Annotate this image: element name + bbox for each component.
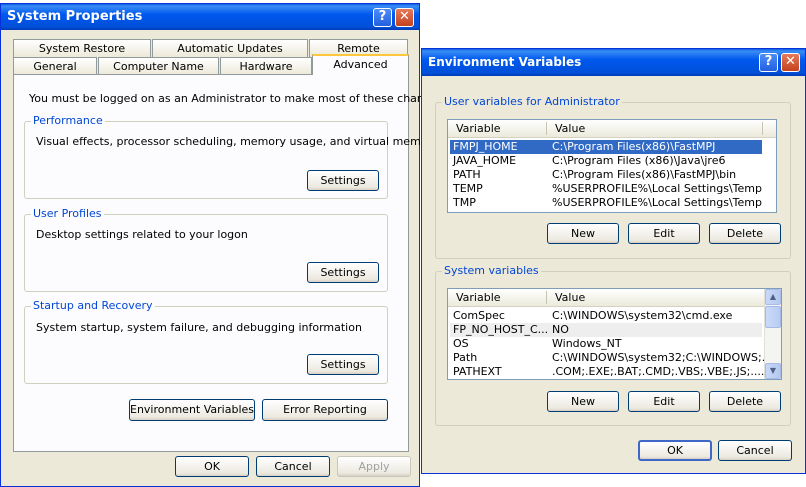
user-row-temp[interactable]: TEMP %USERPROFILE%\Local Settings\Temp: [450, 182, 762, 196]
user-list-header: Variable Value: [448, 120, 776, 138]
window-title: System Properties: [7, 9, 143, 24]
environment-variables-titlebar[interactable]: Environment Variables: [422, 49, 805, 76]
user-profiles-text: Desktop settings related to your logon: [36, 228, 248, 241]
system-row-path[interactable]: Path C:\WINDOWS\system32;C:\WINDOWS;...: [450, 351, 772, 365]
tab-hardware[interactable]: Hardware: [220, 57, 312, 75]
environment-variables-button[interactable]: Environment Variables: [129, 399, 255, 421]
user-profiles-legend: User Profiles: [31, 207, 104, 220]
user-edit-button[interactable]: Edit: [628, 223, 700, 244]
system-row-value: Windows_NT: [552, 337, 622, 350]
system-properties-titlebar[interactable]: System Properties: [1, 4, 419, 30]
startup-recovery-settings-button[interactable]: Settings: [307, 354, 379, 375]
user-row-fmpj-home[interactable]: FMPJ_HOME C:\Program Files(x86)\FastMPJ: [450, 140, 762, 154]
system-row-fp-no-host[interactable]: FP_NO_HOST_C... NO: [450, 323, 762, 337]
user-col-value[interactable]: Value: [555, 122, 585, 135]
performance-settings-button[interactable]: Settings: [307, 170, 379, 191]
user-row-value: %USERPROFILE%\Local Settings\Temp: [552, 182, 762, 195]
system-col-separator: [546, 291, 547, 304]
startup-recovery-text: System startup, system failure, and debu…: [36, 321, 362, 334]
user-row-java-home[interactable]: JAVA_HOME C:\Program Files (x86)\Java\jr…: [450, 154, 762, 168]
system-row-variable: Path: [453, 351, 478, 364]
system-list-header: Variable Value: [448, 289, 765, 307]
tab-advanced[interactable]: Advanced: [312, 54, 409, 75]
user-variables-list[interactable]: Variable Value FMPJ_HOME C:\Program File…: [447, 119, 777, 213]
user-row-variable: PATH: [453, 168, 481, 181]
system-row-variable: ComSpec: [453, 309, 505, 322]
user-profiles-settings-button[interactable]: Settings: [307, 262, 379, 283]
user-row-value: C:\Program Files (x86)\Java\jre6: [552, 154, 726, 167]
user-delete-button[interactable]: Delete: [709, 223, 781, 244]
env-close-button[interactable]: ✕: [781, 53, 800, 72]
env-cancel-button[interactable]: Cancel: [718, 440, 792, 461]
user-row-value: C:\Program Files(x86)\FastMPJ: [552, 140, 716, 153]
system-row-value: NO: [552, 323, 569, 336]
system-variables-list[interactable]: Variable Value ComSpec C:\WINDOWS\system…: [447, 288, 782, 380]
system-row-value: .COM;.EXE;.BAT;.CMD;.VBS;.VBE;.JS;....: [552, 365, 765, 378]
system-variables-group: System variables Variable Value ComSpec …: [435, 264, 791, 426]
user-new-button[interactable]: New: [547, 223, 619, 244]
system-delete-button[interactable]: Delete: [709, 391, 781, 412]
user-row-value: C:\Program Files(x86)\FastMPJ\bin: [552, 168, 737, 181]
scroll-thumb[interactable]: [765, 306, 781, 328]
user-col-separator: [546, 122, 547, 135]
system-properties-window: System Properties ? ✕ System Restore Aut…: [0, 3, 447, 487]
system-list-scrollbar[interactable]: ▲ ▼: [764, 289, 781, 379]
user-row-value: %USERPROFILE%\Local Settings\Temp: [552, 196, 762, 209]
system-variables-legend: System variables: [442, 264, 541, 277]
tab-page-advanced: You must be logged on as an Administrato…: [13, 74, 447, 452]
scroll-up-arrow-icon[interactable]: ▲: [765, 289, 781, 305]
admin-note: You must be logged on as an Administrato…: [29, 92, 447, 105]
startup-recovery-group: Startup and Recovery System startup, sys…: [24, 299, 388, 384]
scroll-down-arrow-icon[interactable]: ▼: [765, 363, 781, 379]
startup-recovery-legend: Startup and Recovery: [31, 299, 155, 312]
system-col-value[interactable]: Value: [555, 291, 585, 304]
close-button[interactable]: ✕: [395, 8, 414, 27]
user-row-variable: FMPJ_HOME: [453, 140, 518, 153]
system-row-os[interactable]: OS Windows_NT: [450, 337, 762, 351]
apply-button[interactable]: Apply: [337, 456, 411, 477]
system-row-value: C:\WINDOWS\system32;C:\WINDOWS;...: [552, 351, 773, 364]
system-row-variable: PATHEXT: [453, 365, 502, 378]
tab-automatic-updates[interactable]: Automatic Updates: [152, 39, 308, 57]
help-button[interactable]: ?: [373, 8, 392, 27]
system-new-button[interactable]: New: [547, 391, 619, 412]
system-row-variable: OS: [453, 337, 469, 350]
performance-group: Performance Visual effects, processor sc…: [24, 114, 439, 199]
performance-text: Visual effects, processor scheduling, me…: [36, 135, 439, 148]
user-row-variable: TMP: [453, 196, 476, 209]
user-variables-legend: User variables for Administrator: [442, 95, 622, 108]
user-row-path[interactable]: PATH C:\Program Files(x86)\FastMPJ\bin: [450, 168, 762, 182]
user-profiles-group: User Profiles Desktop settings related t…: [24, 207, 388, 292]
user-row-variable: TEMP: [453, 182, 483, 195]
environment-variables-window: Environment Variables ? ✕ User variables…: [421, 48, 806, 474]
env-ok-button[interactable]: OK: [638, 440, 712, 461]
system-edit-button[interactable]: Edit: [628, 391, 700, 412]
cancel-button[interactable]: Cancel: [256, 456, 330, 477]
user-row-variable: JAVA_HOME: [453, 154, 517, 167]
system-row-pathext[interactable]: PATHEXT .COM;.EXE;.BAT;.CMD;.VBS;.VBE;.J…: [450, 365, 765, 379]
error-reporting-button[interactable]: Error Reporting: [262, 399, 388, 421]
tab-system-restore[interactable]: System Restore: [13, 39, 151, 57]
user-variables-group: User variables for Administrator Variabl…: [435, 95, 791, 259]
user-row-tmp[interactable]: TMP %USERPROFILE%\Local Settings\Temp: [450, 196, 762, 210]
system-row-value: C:\WINDOWS\system32\cmd.exe: [552, 309, 733, 322]
system-row-comspec[interactable]: ComSpec C:\WINDOWS\system32\cmd.exe: [450, 309, 762, 323]
env-help-button[interactable]: ?: [759, 53, 778, 72]
performance-legend: Performance: [31, 114, 105, 127]
tab-general[interactable]: General: [13, 57, 97, 75]
system-col-variable[interactable]: Variable: [456, 291, 501, 304]
system-row-variable: FP_NO_HOST_C...: [453, 323, 549, 336]
user-col-separator: [762, 122, 763, 135]
env-window-title: Environment Variables: [428, 55, 582, 69]
tab-computer-name[interactable]: Computer Name: [98, 57, 219, 75]
user-col-variable[interactable]: Variable: [456, 122, 501, 135]
ok-button[interactable]: OK: [175, 456, 249, 477]
